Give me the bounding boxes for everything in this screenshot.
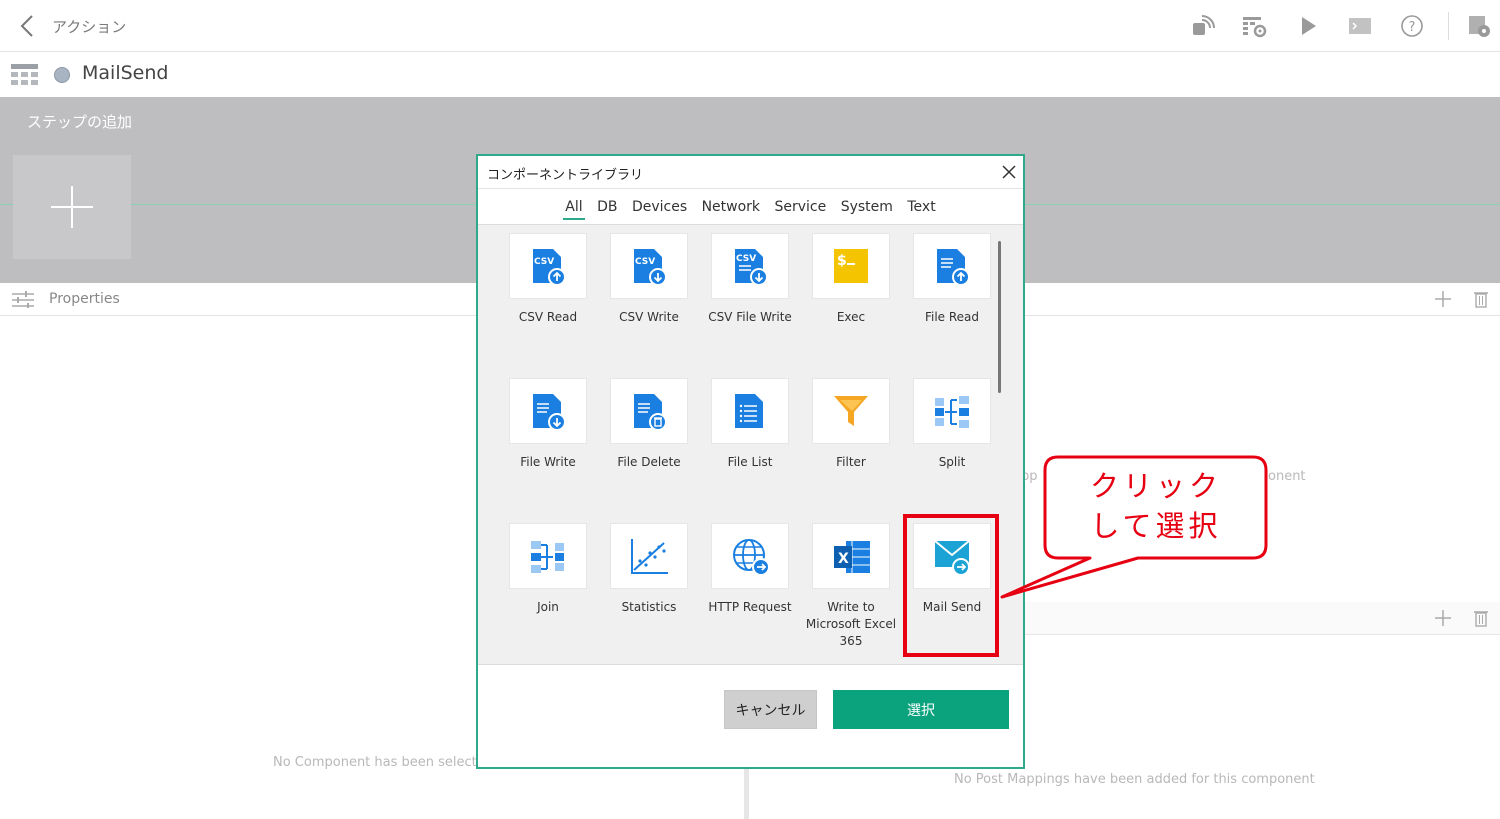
dialog-title: コンポーネントライブラリ [487, 168, 644, 183]
component-label: Mail Send [922, 600, 982, 614]
component-file-write[interactable]: File Write [498, 378, 598, 471]
component-label: Split [938, 455, 966, 469]
component-label: File Read [924, 310, 980, 324]
add-step-button[interactable] [13, 155, 131, 259]
component-grid: CSV CSV Read CSV CSV Write CSV CSV File … [478, 224, 1023, 664]
add-property-plus-icon[interactable] [1433, 289, 1453, 309]
split-icon [935, 396, 969, 428]
component-file-read[interactable]: File Read [902, 233, 1002, 326]
component-label: CSV Read [518, 310, 578, 324]
component-file-delete[interactable]: File Delete [599, 378, 699, 471]
tab-devices[interactable]: Devices [630, 199, 689, 218]
flow-header: MailSend [0, 53, 1500, 97]
component-label: Statistics [621, 600, 677, 614]
svg-text:?: ? [1409, 20, 1416, 35]
csv-write-icon: CSV [634, 249, 667, 286]
close-icon[interactable] [1000, 163, 1018, 181]
tab-text[interactable]: Text [905, 199, 937, 218]
flow-name: MailSend [82, 62, 169, 84]
sliders-icon [12, 291, 34, 308]
file-read-icon [937, 249, 970, 286]
mail-send-icon [934, 540, 970, 576]
component-write-to-excel[interactable]: X Write to Microsoft Excel 365 [801, 523, 901, 650]
svg-text:CSV: CSV [635, 257, 655, 267]
component-label: CSV File Write [708, 310, 792, 324]
file-delete-icon [634, 394, 667, 431]
select-button[interactable]: 選択 [833, 690, 1009, 729]
component-http-request[interactable]: HTTP Request [700, 523, 800, 616]
callout-line-2: して選択 [1090, 509, 1222, 543]
component-exec[interactable]: $ Exec [801, 233, 901, 326]
back-chevron-icon[interactable] [16, 12, 40, 40]
component-label: File Write [520, 455, 576, 469]
tab-service[interactable]: Service [773, 199, 829, 218]
callout-text: クリック して選択 [1044, 466, 1268, 546]
component-label: File List [727, 455, 773, 469]
component-split[interactable]: Split [902, 378, 1002, 471]
component-label: CSV Write [619, 310, 679, 324]
component-label: File Delete [617, 455, 681, 469]
component-label: HTTP Request [708, 600, 792, 614]
component-file-list[interactable]: File List [700, 378, 800, 471]
play-icon[interactable] [1294, 12, 1322, 40]
component-csv-write[interactable]: CSV CSV Write [599, 233, 699, 326]
component-library-dialog: コンポーネントライブラリ All DB Devices Network Serv… [476, 154, 1025, 769]
component-statistics[interactable]: Statistics [599, 523, 699, 616]
join-icon [531, 541, 564, 573]
statistics-chart-icon [631, 539, 668, 574]
settings-table-icon[interactable] [1240, 12, 1268, 40]
export-settings-icon[interactable] [1465, 12, 1493, 40]
delete-mapping-trash-icon[interactable] [1471, 608, 1491, 628]
component-csv-file-write[interactable]: CSV CSV File Write [700, 233, 800, 326]
broadcast-icon[interactable] [1188, 12, 1216, 40]
console-icon[interactable] [1346, 12, 1374, 40]
exec-terminal-icon: $ [834, 249, 868, 283]
toolbar-separator [1448, 12, 1449, 40]
flow-table-icon[interactable] [11, 64, 38, 86]
component-label: Write to Microsoft Excel 365 [805, 600, 897, 648]
callout-line-1: クリック [1089, 469, 1222, 503]
csv-read-icon: CSV [533, 249, 566, 286]
page-title: アクション [52, 18, 127, 36]
flow-status-dot [54, 67, 70, 83]
panel-divider[interactable] [744, 768, 749, 819]
top-bar: アクション ? [0, 0, 1500, 52]
help-icon[interactable]: ? [1398, 12, 1426, 40]
step-area-title: ステップの追加 [27, 113, 133, 131]
svg-text:CSV: CSV [534, 257, 554, 267]
no-post-mappings-message: No Post Mappings have been added for thi… [954, 772, 1315, 787]
component-label: Exec [836, 310, 866, 324]
tab-network[interactable]: Network [700, 199, 762, 218]
component-filter[interactable]: Filter [801, 378, 901, 471]
component-csv-read[interactable]: CSV CSV Read [498, 233, 598, 326]
excel-icon: X [834, 541, 870, 573]
filter-funnel-icon [834, 396, 868, 426]
background-text-fragment: onent [1268, 469, 1306, 484]
component-join[interactable]: Join [498, 523, 598, 616]
component-mail-send[interactable]: Mail Send [902, 523, 1002, 616]
component-label: Join [537, 600, 559, 614]
properties-label: Properties [49, 291, 120, 307]
file-list-icon [735, 394, 763, 428]
csv-file-write-icon: CSV [735, 249, 768, 286]
add-mapping-plus-icon[interactable] [1433, 608, 1453, 628]
cancel-button[interactable]: キャンセル [724, 690, 817, 729]
svg-text:X: X [838, 551, 849, 567]
no-component-message: No Component has been selecte [273, 755, 485, 770]
delete-property-trash-icon[interactable] [1471, 289, 1491, 309]
tab-db[interactable]: DB [595, 199, 619, 218]
category-tabs: All DB Devices Network Service System Te… [478, 199, 1023, 223]
svg-text:$: $ [837, 253, 847, 269]
http-globe-icon [733, 539, 770, 576]
component-label: Filter [836, 455, 866, 469]
tab-system[interactable]: System [839, 199, 895, 218]
file-write-icon [533, 394, 566, 431]
tab-all[interactable]: All [563, 199, 585, 220]
post-mappings-bar [1000, 602, 1500, 635]
svg-text:CSV: CSV [736, 254, 756, 264]
